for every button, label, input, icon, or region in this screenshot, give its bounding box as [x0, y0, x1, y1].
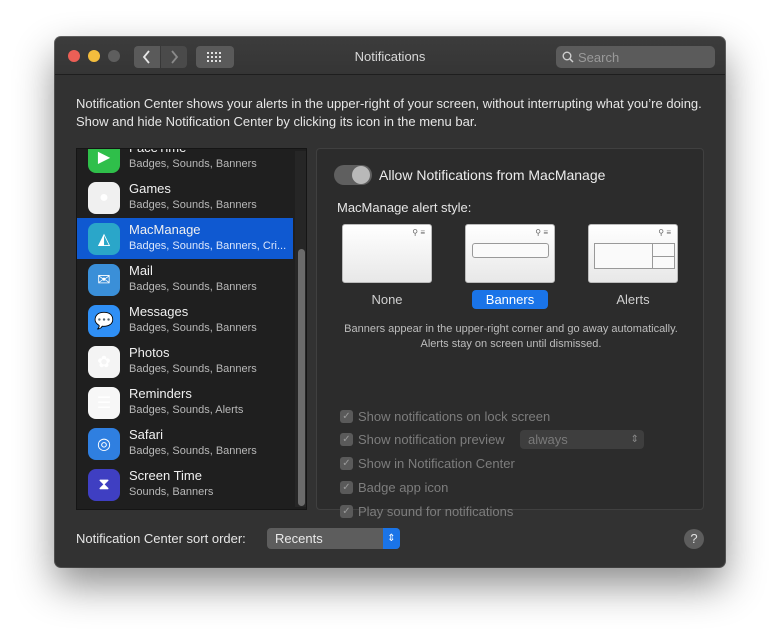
preferences-window: Notifications Notification Center shows …	[55, 37, 725, 567]
menubar-icons: ⚲ ≡	[658, 228, 671, 237]
menubar-icons: ⚲ ≡	[535, 228, 548, 237]
checkbox[interactable]: ✓	[340, 505, 353, 518]
preview-select[interactable]: always ⇕	[520, 430, 644, 449]
app-notification-summary: Badges, Sounds, Banners	[129, 158, 257, 170]
safari-icon: ◎	[88, 428, 120, 460]
app-name: Mail	[129, 263, 153, 278]
option-badge[interactable]: ✓ Badge app icon	[340, 479, 448, 496]
option-label: Badge app icon	[358, 480, 449, 495]
menubar-icons: ⚲ ≡	[412, 228, 425, 237]
checkbox[interactable]: ✓	[340, 410, 353, 423]
detail-panel: Allow Notifications from MacManage MacMa…	[316, 148, 704, 519]
app-notification-summary: Badges, Sounds, Banners	[129, 445, 257, 457]
app-notification-summary: Badges, Sounds, Banners, Cri...	[129, 240, 287, 252]
option-lock-screen[interactable]: ✓ Show notifications on lock screen	[340, 408, 550, 425]
preview-select-value: always	[528, 432, 568, 447]
sort-order-select[interactable]: Recents ⇕	[267, 528, 400, 549]
app-notification-summary: Sounds, Banners	[129, 486, 214, 498]
app-name: Photos	[129, 345, 170, 360]
screen-time-icon: ⧗	[88, 469, 120, 501]
style-alerts-preview[interactable]: ⚲ ≡	[588, 224, 678, 283]
scrollbar[interactable]	[295, 151, 306, 507]
search-input[interactable]	[578, 49, 708, 65]
facetime-icon: ▶	[88, 149, 120, 173]
option-label: Show notification preview	[358, 432, 505, 447]
app-notification-summary: Badges, Sounds, Banners	[129, 281, 257, 293]
checkbox[interactable]: ✓	[340, 433, 353, 446]
app-list-item[interactable]: ✿ Photos Badges, Sounds, Banners	[77, 341, 293, 382]
updown-icon: ⇕	[383, 528, 400, 549]
app-notification-summary: Badges, Sounds, Banners	[129, 322, 257, 334]
app-name: Reminders	[129, 386, 192, 401]
app-list-item[interactable]: ☰ Reminders Badges, Sounds, Alerts	[77, 382, 293, 423]
toggle-knob	[352, 166, 370, 184]
alert-style-label: MacManage alert style:	[337, 200, 472, 215]
app-name: Screen Time	[129, 468, 202, 483]
app-list-item[interactable]: ◭ MacManage Badges, Sounds, Banners, Cri..…	[77, 218, 293, 259]
mail-icon: ✉	[88, 264, 120, 296]
option-label: Show in Notification Center	[358, 456, 515, 471]
app-name: MacManage	[129, 222, 201, 237]
option-label: Show notifications on lock screen	[358, 409, 551, 424]
style-alerts-label[interactable]: Alerts	[588, 290, 678, 309]
checkbox[interactable]: ✓	[340, 457, 353, 470]
intro-text: Notification Center shows your alerts in…	[76, 96, 702, 129]
option-notification-center[interactable]: ✓ Show in Notification Center	[340, 455, 515, 472]
app-list-item[interactable]: ✉ Mail Badges, Sounds, Banners	[77, 259, 293, 300]
checkbox[interactable]: ✓	[340, 481, 353, 494]
app-notification-summary: Badges, Sounds, Banners	[129, 363, 257, 375]
app-name: Safari	[129, 427, 163, 442]
option-preview[interactable]: ✓ Show notification preview	[340, 431, 505, 448]
messages-icon: 💬	[88, 305, 120, 337]
alert-shape	[594, 243, 675, 269]
help-button[interactable]: ?	[684, 529, 704, 549]
app-list-item[interactable]: ◎ Safari Badges, Sounds, Banners	[77, 423, 293, 464]
app-name: Messages	[129, 304, 189, 319]
app-notification-summary: Badges, Sounds, Banners	[129, 199, 257, 211]
sort-order-value: Recents	[275, 531, 323, 546]
banner-shape	[472, 243, 549, 258]
search-field[interactable]	[556, 46, 715, 68]
app-notification-summary: Badges, Sounds, Alerts	[129, 404, 244, 416]
allow-notifications-toggle[interactable]	[334, 165, 372, 185]
style-banners-preview[interactable]: ⚲ ≡	[465, 224, 555, 283]
app-name: Games	[129, 181, 171, 196]
app-list-item[interactable]: ⧗ Screen Time Sounds, Banners	[77, 464, 293, 505]
macmanage-icon: ◭	[88, 223, 120, 255]
alert-style-help: Banners appear in the upper-right corner…	[344, 323, 678, 350]
updown-icon: ⇕	[630, 434, 639, 445]
reminders-icon: ☰	[88, 387, 120, 419]
app-list-item[interactable]: ▶ FaceTime Badges, Sounds, Banners	[77, 149, 293, 177]
style-banners-label[interactable]: Banners	[472, 290, 548, 309]
titlebar: Notifications	[55, 37, 725, 75]
style-none-preview[interactable]: ⚲ ≡	[342, 224, 432, 283]
app-list-item[interactable]: ● Games Badges, Sounds, Banners	[77, 177, 293, 218]
games-icon: ●	[88, 182, 120, 214]
app-list-item[interactable]: 💬 Messages Badges, Sounds, Banners	[77, 300, 293, 341]
photos-icon: ✿	[88, 346, 120, 378]
option-sound[interactable]: ✓ Play sound for notifications	[340, 503, 513, 520]
app-name: FaceTime	[129, 149, 186, 155]
app-list[interactable]: ▶ FaceTime Badges, Sounds, Banners ● Games Ba…	[76, 148, 307, 510]
sort-order-label: Notification Center sort order:	[76, 531, 246, 546]
option-label: Play sound for notifications	[358, 504, 514, 519]
search-icon	[562, 51, 574, 63]
style-none-label[interactable]: None	[342, 290, 432, 309]
allow-notifications-label: Allow Notifications from MacManage	[379, 167, 606, 183]
scroll-thumb[interactable]	[298, 249, 305, 506]
